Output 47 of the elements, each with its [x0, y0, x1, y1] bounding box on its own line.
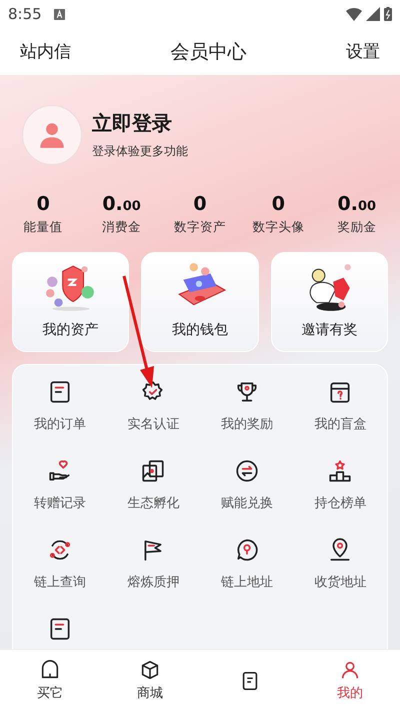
- feature-card[interactable]: 邀请有奖: [270, 252, 388, 352]
- card-label: 我的钱包: [172, 321, 228, 339]
- menu-label[interactable]: 我的订单: [34, 415, 86, 433]
- tab[interactable]: 我的: [300, 650, 400, 711]
- menu-label[interactable]: 收货地址: [314, 573, 366, 591]
- stat-label: 数字资产: [172, 219, 227, 236]
- menu-label[interactable]: 赋能兑换: [220, 494, 273, 512]
- signal-icon: [366, 7, 380, 21]
- menu-label[interactable]: 转赠记录: [34, 494, 86, 512]
- feature-card[interactable]: 我的钱包: [141, 252, 259, 352]
- stat-value: 0: [36, 193, 51, 215]
- stat-label: 能量值: [22, 219, 64, 236]
- login-link[interactable]: 立即登录: [92, 110, 188, 137]
- wifi-icon: [346, 7, 362, 21]
- menu-label[interactable]: 我的奖励: [220, 415, 273, 433]
- card-label: 我的资产: [42, 321, 99, 339]
- login-hint: 登录体验更多功能: [92, 143, 188, 160]
- user-icon: [339, 659, 361, 681]
- podium-icon: [327, 458, 354, 484]
- settings-link[interactable]: 设置: [346, 40, 380, 63]
- battery-icon: [384, 7, 392, 21]
- stat-label: 奖励金: [336, 219, 378, 236]
- menu-label[interactable]: 我的盲盒: [314, 415, 366, 433]
- home-icon: [39, 659, 61, 681]
- stat-value: 0.00: [336, 193, 378, 215]
- clock: 8:55: [8, 5, 42, 23]
- stat-value: 0: [192, 193, 208, 215]
- card-label: 邀请有奖: [301, 321, 358, 339]
- stat-label: 数字头像: [251, 219, 306, 236]
- menu-label[interactable]: 链上地址: [220, 573, 273, 591]
- stat-value: 0.00: [101, 193, 142, 215]
- menu-label[interactable]: 链上查询: [34, 573, 86, 591]
- tab[interactable]: 商城: [100, 650, 200, 711]
- page-title: 会员中心: [170, 40, 246, 64]
- feature-card[interactable]: 我的资产: [12, 252, 130, 352]
- stat-value: 0: [270, 193, 286, 215]
- messages-link[interactable]: 站内信: [20, 40, 71, 63]
- stat-label: 消费金: [101, 219, 142, 236]
- notification-icon: [54, 8, 65, 20]
- menu-label[interactable]: 生态孵化: [127, 494, 180, 512]
- menu-label[interactable]: 熔炼质押: [127, 573, 180, 591]
- exchange-icon: [234, 458, 260, 484]
- tab[interactable]: 买它: [0, 650, 100, 711]
- user-silhouette-icon: [38, 121, 66, 149]
- menu-label[interactable]: 持仓榜单: [314, 494, 366, 512]
- box-icon: [139, 659, 161, 681]
- menu-label[interactable]: 实名认证: [127, 415, 180, 433]
